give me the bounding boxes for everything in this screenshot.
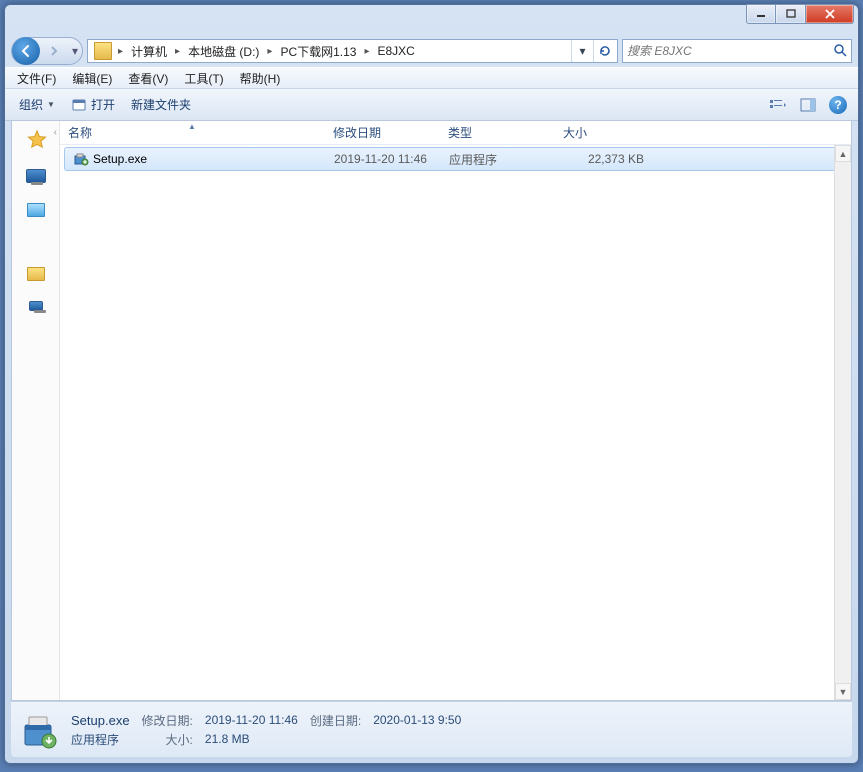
file-size: 22,373 KB	[556, 152, 652, 166]
installer-icon	[73, 151, 89, 167]
file-date: 2019-11-20 11:46	[326, 152, 441, 166]
search-box[interactable]	[622, 39, 852, 63]
breadcrumb-computer[interactable]: 计算机	[125, 40, 173, 62]
details-modified-label: 修改日期:	[142, 712, 193, 729]
folder-icon[interactable]	[27, 267, 45, 281]
forward-button[interactable]	[40, 37, 68, 65]
organize-button[interactable]: 组织▼	[11, 92, 63, 117]
file-list-area: 名称 ▲ 修改日期 类型 大小 Setup.exe 2019-11-20 11:…	[60, 121, 851, 700]
column-date[interactable]: 修改日期	[325, 121, 440, 144]
menu-tools[interactable]: 工具(T)	[176, 70, 231, 87]
nav-history-dropdown[interactable]: ▾	[68, 44, 82, 58]
sort-ascending-icon: ▲	[188, 122, 196, 131]
back-button[interactable]	[12, 37, 40, 65]
window-controls	[746, 4, 854, 24]
details-size: 21.8 MB	[205, 732, 298, 746]
refresh-button[interactable]	[593, 40, 615, 62]
open-button[interactable]: 打开	[63, 92, 123, 117]
column-size[interactable]: 大小	[555, 121, 655, 144]
scroll-up-icon[interactable]: ▲	[835, 145, 851, 162]
close-button[interactable]	[806, 4, 854, 24]
scroll-down-icon[interactable]: ▼	[835, 683, 851, 700]
file-rows[interactable]: Setup.exe 2019-11-20 11:46 应用程序 22,373 K…	[60, 145, 851, 700]
chevron-right-icon[interactable]: ▸	[362, 46, 371, 57]
computer-icon[interactable]	[26, 169, 46, 183]
menu-edit[interactable]: 编辑(E)	[64, 70, 120, 87]
navigation-pane[interactable]: ‹	[12, 121, 60, 700]
help-icon: ?	[829, 96, 847, 114]
folder-location-icon	[94, 42, 112, 60]
address-dropdown[interactable]: ▾	[571, 40, 593, 62]
breadcrumb-folder-1[interactable]: PC下载网1.13	[274, 40, 362, 62]
help-button[interactable]: ?	[824, 93, 852, 117]
search-input[interactable]	[627, 44, 833, 58]
installer-large-icon	[19, 709, 61, 751]
new-folder-button[interactable]: 新建文件夹	[123, 92, 199, 117]
chevron-left-icon[interactable]: ‹	[54, 127, 57, 138]
details-pane: Setup.exe 修改日期: 2019-11-20 11:46 创建日期: 2…	[11, 701, 852, 757]
column-type[interactable]: 类型	[440, 121, 555, 144]
details-created: 2020-01-13 9:50	[373, 713, 461, 727]
menu-file[interactable]: 文件(F)	[9, 70, 64, 87]
favorites-icon[interactable]	[26, 129, 46, 149]
details-filetype: 应用程序	[71, 731, 130, 748]
minimize-button[interactable]	[746, 4, 776, 24]
vertical-scrollbar[interactable]: ▲ ▼	[834, 145, 851, 700]
menu-help[interactable]: 帮助(H)	[232, 70, 289, 87]
details-modified: 2019-11-20 11:46	[205, 713, 298, 727]
breadcrumb-folder-2[interactable]: E8JXC	[372, 40, 421, 62]
drive-icon[interactable]	[29, 301, 43, 311]
chevron-right-icon[interactable]: ▸	[173, 46, 182, 57]
breadcrumb-drive[interactable]: 本地磁盘 (D:)	[182, 40, 265, 62]
column-name[interactable]: 名称 ▲	[60, 121, 325, 144]
maximize-button[interactable]	[776, 4, 806, 24]
address-bar[interactable]: ▸ 计算机 ▸ 本地磁盘 (D:) ▸ PC下载网1.13 ▸ E8JXC ▾	[87, 39, 618, 63]
command-bar: 组织▼ 打开 新建文件夹 ?	[5, 89, 858, 121]
navigation-row: ▾ ▸ 计算机 ▸ 本地磁盘 (D:) ▸ PC下载网1.13 ▸ E8JXC …	[5, 35, 858, 67]
title-bar	[5, 5, 858, 35]
file-row[interactable]: Setup.exe 2019-11-20 11:46 应用程序 22,373 K…	[64, 147, 847, 171]
file-name: Setup.exe	[93, 152, 147, 166]
view-options-button[interactable]	[764, 93, 792, 117]
chevron-right-icon[interactable]: ▸	[265, 46, 274, 57]
explorer-window: ▾ ▸ 计算机 ▸ 本地磁盘 (D:) ▸ PC下载网1.13 ▸ E8JXC …	[4, 4, 859, 764]
column-headers: 名称 ▲ 修改日期 类型 大小	[60, 121, 851, 145]
file-type: 应用程序	[441, 151, 556, 168]
libraries-icon[interactable]	[27, 203, 45, 217]
search-icon[interactable]	[833, 43, 847, 60]
details-size-label: 大小:	[142, 731, 193, 748]
details-created-label: 创建日期:	[310, 712, 361, 729]
details-text: Setup.exe 修改日期: 2019-11-20 11:46 创建日期: 2…	[71, 712, 461, 748]
nav-buttons: ▾	[11, 37, 83, 65]
body-area: ‹ 名称 ▲ 修改日期 类型 大小	[11, 121, 852, 701]
chevron-right-icon[interactable]: ▸	[116, 46, 125, 57]
preview-pane-button[interactable]	[794, 93, 822, 117]
menu-bar: 文件(F) 编辑(E) 查看(V) 工具(T) 帮助(H)	[5, 67, 858, 89]
details-filename: Setup.exe	[71, 713, 130, 728]
menu-view[interactable]: 查看(V)	[120, 70, 176, 87]
application-icon	[71, 97, 87, 113]
